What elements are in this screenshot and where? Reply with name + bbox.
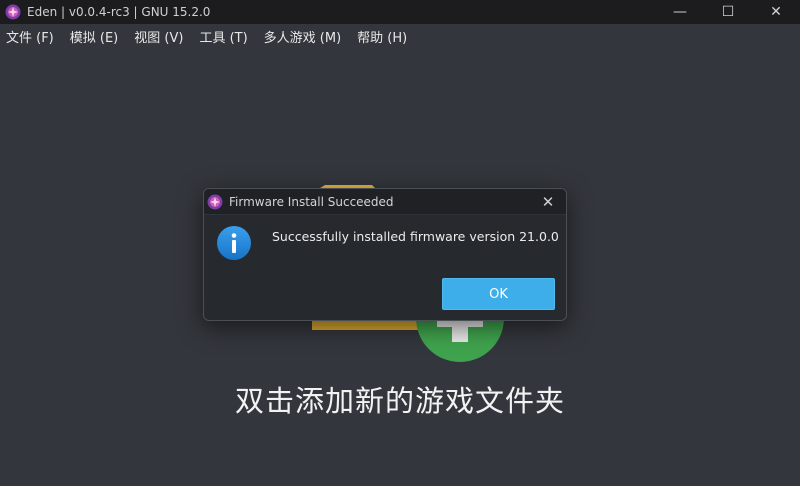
add-game-folder-hint[interactable]: 双击添加新的游戏文件夹 [0,378,800,420]
menubar: 文件 (F) 模拟 (E) 视图 (V) 工具 (T) 多人游戏 (M) 帮助 … [0,24,800,54]
eden-logo-icon [5,4,21,20]
maximize-button[interactable]: ☐ [704,0,752,24]
dialog-message: Successfully installed firmware version … [272,229,559,244]
ok-button[interactable]: OK [442,278,555,310]
dialog-close-button[interactable]: ✕ [530,189,566,215]
close-button[interactable]: ✕ [752,0,800,24]
info-icon [217,226,251,260]
menu-file[interactable]: 文件 (F) [0,24,62,54]
menu-view[interactable]: 视图 (V) [126,24,191,54]
window-title: Eden | v0.0.4-rc3 | GNU 15.2.0 [27,5,211,19]
minimize-button[interactable]: — [656,0,704,24]
menu-multiplayer[interactable]: 多人游戏 (M) [256,24,350,54]
menu-tools[interactable]: 工具 (T) [191,24,255,54]
menu-help[interactable]: 帮助 (H) [349,24,415,54]
window-controls: — ☐ ✕ [656,0,800,24]
firmware-install-dialog: Firmware Install Succeeded ✕ Successfull… [203,188,567,321]
menu-emulation[interactable]: 模拟 (E) [62,24,127,54]
eden-logo-icon [207,194,223,209]
dialog-titlebar: Firmware Install Succeeded ✕ [204,189,566,215]
dialog-title: Firmware Install Succeeded [229,194,394,209]
window-titlebar: Eden | v0.0.4-rc3 | GNU 15.2.0 — ☐ ✕ [0,0,800,24]
